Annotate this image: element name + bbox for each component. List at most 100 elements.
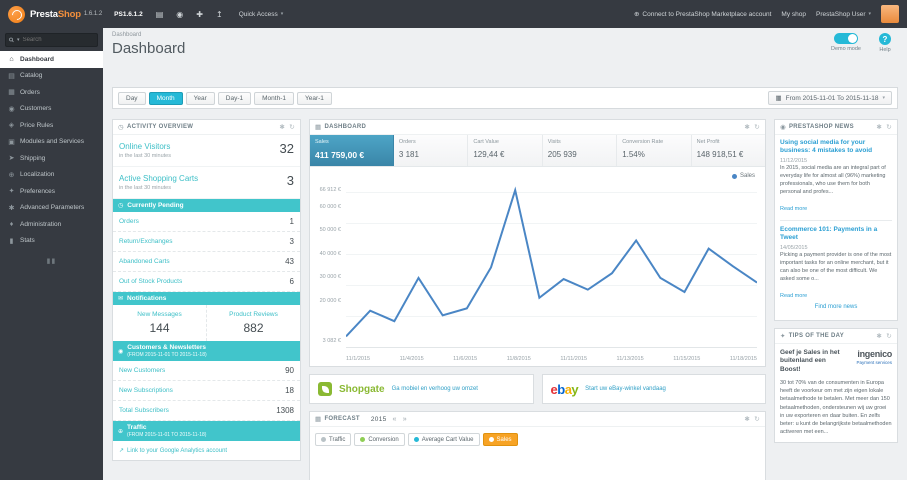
row-value: 90 [285, 366, 294, 375]
sidebar-item-label: Stats [20, 237, 35, 245]
ingenico-logo: ingenico Payment services [856, 349, 892, 375]
sidebar-item-localization[interactable]: ⊕ Localization [0, 167, 103, 184]
refresh-icon[interactable]: ↻ [886, 123, 892, 131]
marketplace-link[interactable]: ⊕ Connect to PrestaShop Marketplace accou… [634, 10, 771, 19]
sidebar-item-dashboard[interactable]: ⌂ Dashboard [0, 51, 103, 68]
add-icon[interactable]: ✚ [196, 10, 203, 19]
gear-icon[interactable]: ✱ [745, 415, 751, 423]
google-analytics-link[interactable]: ↗ Link to your Google Analytics account [113, 441, 300, 460]
customers-quick-icon[interactable]: ◉ [176, 10, 183, 19]
sidebar-item-label: Catalog [20, 72, 43, 80]
sidebar-item-stats[interactable]: ▮ Stats [0, 233, 103, 250]
pending-returns-row[interactable]: Return/Exchanges 3 [113, 232, 300, 252]
sidebar-item-modules[interactable]: ▣ Modules and Services [0, 134, 103, 151]
forecast-legend: Traffic Conversion Average Cart Value Sa… [310, 427, 765, 452]
forecast-panel-header: ▦ FORECAST 2015 « » ✱ ↻ [310, 412, 765, 427]
gear-icon[interactable]: ✱ [877, 123, 883, 131]
ebay-link[interactable]: Start uw eBay-winkel vandaag [585, 386, 666, 392]
help-icon[interactable]: ? [879, 33, 891, 45]
kpi-label: Visits [547, 139, 561, 145]
demo-mode-toggle[interactable] [834, 33, 859, 44]
notifications-header: ✉ Notifications [113, 292, 300, 305]
sidebar-item-price-rules[interactable]: ◈ Price Rules [0, 117, 103, 134]
legend-label: Average Cart Value [421, 436, 474, 443]
sidebar-item-customers[interactable]: ◉ Customers [0, 101, 103, 118]
forecast-legend-traffic[interactable]: Traffic [315, 433, 352, 446]
avatar[interactable] [881, 5, 899, 23]
sidebar-item-administration[interactable]: ♦ Administration [0, 216, 103, 233]
x-tick-label: 11/15/2015 [673, 356, 701, 362]
forecast-legend-sales[interactable]: Sales [482, 433, 518, 446]
filter-month-1-button[interactable]: Month-1 [254, 91, 294, 105]
cart-icon[interactable]: ▤ [156, 10, 164, 19]
news-item-title[interactable]: Using social media for your business: 4 … [780, 139, 892, 156]
upload-icon[interactable]: ↥ [216, 10, 223, 19]
search-scope-chevron-icon[interactable]: ▾ [17, 37, 20, 43]
gear-icon[interactable]: ✱ [745, 123, 751, 131]
shopgate-module-card[interactable]: Shopgate Ga mobiel en verhoog uw omzet [309, 374, 534, 404]
ebay-module-card[interactable]: ebay Start uw eBay-winkel vandaag [541, 374, 766, 404]
forecast-legend-average-cart-value[interactable]: Average Cart Value [407, 433, 480, 446]
toggle-knob [848, 34, 858, 43]
brand-wordmark[interactable]: PrestaShop [30, 9, 81, 20]
y-tick-label: 40 000 € [319, 250, 341, 257]
filter-year-button[interactable]: Year [185, 91, 215, 105]
online-visitors-link[interactable]: Online Visitors [119, 142, 171, 151]
new-subscriptions-row[interactable]: New Subscriptions 18 [113, 381, 300, 401]
gear-icon[interactable]: ✱ [877, 332, 883, 340]
date-range-button[interactable]: ▦ From 2015-11-01 To 2015-11-18 ▾ [768, 91, 892, 105]
active-carts-link[interactable]: Active Shopping Carts [119, 174, 198, 183]
filter-day-button[interactable]: Day [118, 91, 146, 105]
kpi-visits[interactable]: Visits 205 939 [542, 135, 618, 166]
traffic-title: Traffic [127, 424, 147, 431]
link-arrow-icon: ↗ [119, 448, 125, 454]
filter-year-1-button[interactable]: Year-1 [296, 91, 332, 105]
kpi-orders[interactable]: Orders 3 181 [393, 135, 469, 166]
kpi-net-profit[interactable]: Net Profit 148 918,51 € [691, 135, 766, 166]
sidebar-collapse-button[interactable]: ▮▮ [0, 257, 103, 265]
user-menu[interactable]: PrestaShop User ▾ [816, 11, 871, 18]
new-customers-row[interactable]: New Customers 90 [113, 361, 300, 381]
pending-orders-row[interactable]: Orders 1 [113, 212, 300, 232]
refresh-icon[interactable]: ↻ [886, 332, 892, 340]
gear-icon[interactable]: ✱ [280, 123, 286, 131]
breadcrumb: Dashboard [112, 32, 142, 38]
read-more-link[interactable]: Read more [780, 293, 807, 299]
abandoned-carts-row[interactable]: Abandoned Carts 43 [113, 252, 300, 272]
quick-access-menu[interactable]: Quick Access ▾ [239, 11, 284, 18]
out-of-stock-row[interactable]: Out of Stock Products 6 [113, 272, 300, 292]
kpi-cart-value[interactable]: Cart Value 129,44 € [468, 135, 543, 166]
quick-access-label: Quick Access [238, 10, 278, 18]
total-subscribers-row[interactable]: Total Subscribers 1308 [113, 401, 300, 421]
prestashop-logo-icon[interactable] [8, 5, 25, 23]
filter-month-button[interactable]: Month [148, 91, 183, 105]
cell-label: New Messages [137, 311, 182, 318]
forecast-year-select[interactable]: 2015 [371, 416, 387, 423]
new-messages-cell[interactable]: New Messages 144 [113, 305, 206, 341]
refresh-icon[interactable]: ↻ [289, 123, 295, 131]
x-tick-label: 11/4/2015 [399, 356, 424, 362]
forecast-prev-icon[interactable]: « [393, 416, 397, 423]
search-input[interactable] [22, 37, 94, 43]
sidebar-item-catalog[interactable]: ▤ Catalog [0, 68, 103, 85]
refresh-icon[interactable]: ↻ [754, 415, 760, 423]
kpi-sales[interactable]: Sales 411 759,00 € [310, 135, 394, 166]
forecast-legend-conversion[interactable]: Conversion [354, 433, 405, 446]
filter-day-1-button[interactable]: Day-1 [217, 91, 252, 105]
refresh-icon[interactable]: ↻ [754, 123, 760, 131]
kpi-conversion-rate[interactable]: Conversion Rate 1.54% [617, 135, 692, 166]
my-shop-link[interactable]: My shop [781, 11, 806, 18]
sidebar-item-shipping[interactable]: ➤ Shipping [0, 150, 103, 167]
read-more-link[interactable]: Read more [780, 206, 807, 212]
product-reviews-cell[interactable]: Product Reviews 882 [206, 305, 300, 341]
currently-pending-title: Currently Pending [127, 202, 184, 209]
sidebar-item-preferences[interactable]: ✦ Preferences [0, 183, 103, 200]
sidebar-item-orders[interactable]: ▦ Orders [0, 84, 103, 101]
forecast-next-icon[interactable]: » [403, 416, 407, 423]
row-label: Abandoned Carts [119, 258, 170, 265]
demo-mode-control: Demo mode [831, 33, 861, 53]
shopgate-link[interactable]: Ga mobiel en verhoog uw omzet [392, 386, 478, 392]
sidebar-item-advanced-parameters[interactable]: ✱ Advanced Parameters [0, 200, 103, 217]
news-item-title[interactable]: Ecommerce 101: Payments in a Tweet [780, 226, 892, 243]
find-more-news-link[interactable]: Find more news [780, 302, 892, 316]
